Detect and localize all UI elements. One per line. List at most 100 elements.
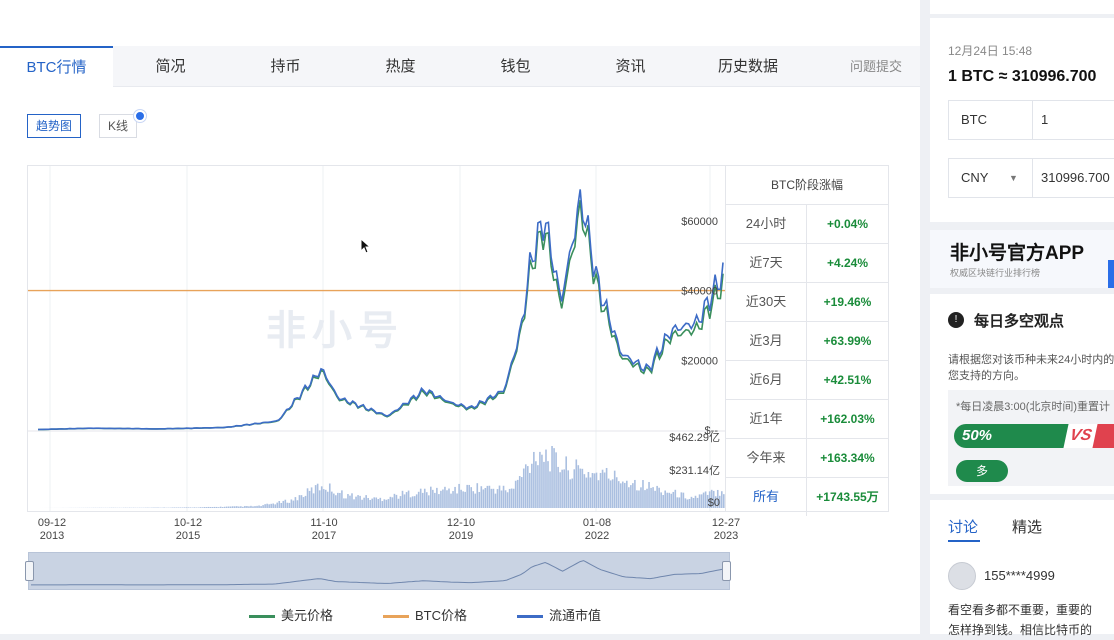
stats-label-all[interactable]: 所有 [726,478,807,516]
comment-username[interactable]: 155****4999 [984,568,1055,583]
tab-discussion[interactable]: 讨论 [948,516,978,537]
volume-bar [697,498,699,508]
top-strip-right [930,0,1114,14]
volume-bar [242,507,244,508]
volume-bar [420,489,422,508]
volume-bar [323,489,325,508]
volume-bar [481,486,483,508]
range-navigator[interactable] [28,552,730,590]
cny-amount-field[interactable]: CNY ▼ 310996.700 [948,158,1114,198]
volume-bar [208,507,210,508]
sentiment-title: 每日多空观点 [974,310,1064,331]
volume-bar [503,486,505,508]
tab-news[interactable]: 资讯 [573,46,688,86]
volume-tick-label: $462.29亿 [669,431,720,444]
volume-bar [432,490,434,508]
tab-featured[interactable]: 精选 [1012,516,1042,537]
kline-button[interactable]: K线 [99,114,137,138]
volume-bar [390,497,392,508]
converter-card: 12月24日 15:48 1 BTC ≈ 310996.700 BTC 1 CN… [930,18,1114,222]
volume-bar [525,464,527,508]
volume-bar [662,495,664,508]
volume-bar [250,506,252,508]
trend-chart-button[interactable]: 趋势图 [27,114,81,138]
volume-bar [232,506,234,508]
navigator-left-handle[interactable] [25,561,34,581]
stats-row: 今年来 +163.34% [726,439,888,478]
volume-bar [497,489,499,508]
volume-bar [388,499,390,508]
volume-bar [299,495,301,508]
to-currency-select[interactable]: CNY ▼ [949,159,1033,197]
stats-row: 近3月 +63.99% [726,322,888,361]
volume-bar [440,491,442,508]
legend-item-btc[interactable]: BTC价格 [383,605,467,624]
volume-bar [551,446,553,508]
x-tick: 09-122013 [22,517,82,543]
legend-item-cap[interactable]: 流通市值 [517,605,601,624]
app-promo-banner[interactable]: 非小号官方APP 权威区块链行业排行榜 [930,230,1114,288]
volume-bar [202,507,204,508]
volume-bar [408,491,410,508]
tab-history[interactable]: 历史数据 [688,46,808,86]
volume-bar [428,495,430,508]
volume-bar [226,507,228,508]
volume-bar [561,470,563,508]
volume-bar [479,492,481,508]
volume-bar [256,506,258,508]
volume-bar [325,490,327,508]
volume-bar [612,479,614,508]
volume-bar [505,490,507,508]
tab-holdings[interactable]: 持币 [228,46,343,86]
from-value-input[interactable]: 1 [1041,101,1048,139]
volume-bar [422,493,424,508]
volume-bar [333,494,335,508]
volume-bar [339,493,341,508]
avatar[interactable] [948,562,976,590]
vote-bull-button[interactable]: 多 [956,460,1008,482]
navigator-right-handle[interactable] [722,561,731,581]
x-tick: 12-102019 [431,517,491,543]
volume-bar [580,469,582,508]
stats-row: 所有 +1743.55万 [726,478,888,516]
tab-btc-market[interactable]: BTC行情 [0,46,113,88]
volume-bar [317,484,319,508]
from-currency: BTC [949,101,1033,139]
legend-item-usd[interactable]: 美元价格 [249,605,333,624]
volume-bar [444,487,446,508]
volume-bar [588,472,590,508]
stats-label: 24小时 [726,205,807,243]
to-value-input[interactable]: 310996.700 [1041,159,1110,197]
volume-bar [695,496,697,508]
app-promo-subtitle: 权威区块链行业排行榜 [950,266,1040,279]
feedback-link[interactable]: 问题提交 [838,46,914,86]
volume-bar [517,480,519,508]
volume-bar [434,493,436,508]
tab-overview[interactable]: 简况 [113,46,228,86]
volume-bar [321,486,323,508]
volume-bar [521,477,523,508]
volume-bar [537,465,539,508]
volume-bar [418,492,420,508]
volume-bar [293,501,295,508]
volume-bar [426,492,428,508]
volume-bar [565,456,567,508]
tab-wallet[interactable]: 钱包 [458,46,573,86]
vs-badge: VS [1063,424,1097,448]
price-chart[interactable]: 非小号 $60000$40000$20000$--$462.29亿$231.14… [27,165,727,512]
volume-bar [638,490,640,508]
volume-bar [238,506,240,508]
volume-bar [303,497,305,508]
volume-bar [244,506,246,508]
volume-bar [276,503,278,508]
volume-bar [606,468,608,508]
volume-bar [412,496,414,508]
stats-value: +162.03% [807,400,888,438]
volume-bar [222,507,224,508]
navigator-preview [29,553,729,589]
btc-amount-field[interactable]: BTC 1 [948,100,1114,140]
volume-bar [414,496,416,508]
volume-bar [262,505,264,508]
tab-heat[interactable]: 热度 [343,46,458,86]
volume-bar [266,504,268,508]
